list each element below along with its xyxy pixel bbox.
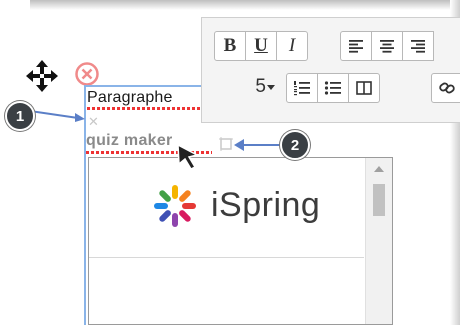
unordered-list-icon	[324, 81, 341, 95]
formatting-toolbar: B U I 5	[201, 17, 460, 123]
divider	[89, 257, 364, 258]
block-layout-button[interactable]	[348, 73, 380, 103]
unordered-list-button[interactable]	[317, 73, 349, 103]
align-right-icon	[411, 40, 425, 53]
scroll-thumb[interactable]	[373, 184, 385, 216]
block-icon	[356, 81, 372, 95]
spellcheck-underline	[87, 107, 207, 110]
bold-button[interactable]: B	[214, 31, 246, 61]
dropdown-caret-icon	[267, 85, 275, 90]
quiz-maker-link[interactable]: quiz maker	[86, 132, 173, 150]
underline-button[interactable]: U	[245, 31, 277, 61]
align-center-button[interactable]	[371, 31, 403, 61]
align-left-button[interactable]	[340, 31, 372, 61]
link-icon	[439, 82, 455, 94]
annotation-arrow-2	[234, 139, 282, 151]
ispring-logo-text: iSpring	[211, 186, 321, 224]
annotation-arrow-1	[30, 110, 85, 122]
embedded-content-frame[interactable]: iSpring	[88, 157, 393, 325]
resize-handle-icon[interactable]	[218, 136, 234, 152]
link-button[interactable]	[431, 73, 460, 103]
paragraph-text[interactable]: Paragraphe	[87, 89, 173, 107]
align-center-icon	[380, 40, 394, 53]
align-left-icon	[349, 40, 363, 53]
italic-button[interactable]: I	[276, 31, 308, 61]
scroll-up-arrow-icon[interactable]	[374, 166, 384, 172]
font-size-value: 5	[255, 76, 266, 97]
scrollbar[interactable]	[365, 158, 392, 324]
screenshot-top-edge	[30, 0, 460, 10]
callout-1: 1	[5, 101, 35, 131]
ordered-list-icon	[294, 81, 310, 96]
move-icon[interactable]	[24, 58, 60, 94]
mouse-cursor-icon	[177, 143, 200, 170]
font-size-dropdown[interactable]: 5	[214, 72, 278, 102]
ordered-list-button[interactable]	[286, 73, 318, 103]
align-right-button[interactable]	[402, 31, 434, 61]
ispring-logo-icon	[154, 185, 196, 227]
delete-icon[interactable]	[74, 61, 100, 87]
small-close-icon[interactable]: ✕	[88, 114, 99, 130]
callout-2: 2	[280, 130, 310, 160]
